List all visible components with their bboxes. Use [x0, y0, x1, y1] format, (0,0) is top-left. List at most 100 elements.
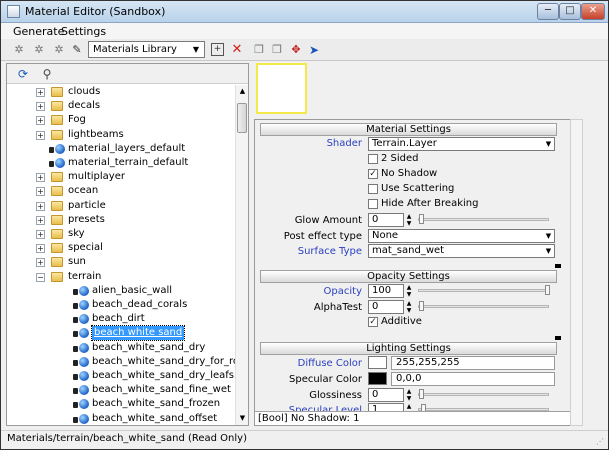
glow-amount-slider-thumb[interactable]: [419, 214, 424, 224]
tree-material[interactable]: beach_white_sand_frozen: [7, 397, 235, 411]
specular-color-swatch[interactable]: [368, 372, 387, 385]
tree-folder[interactable]: + special: [7, 241, 235, 255]
tree-folder[interactable]: + particle: [7, 199, 235, 213]
additive-checkbox[interactable]: ✓: [368, 317, 378, 327]
scroll-thumb[interactable]: [237, 103, 247, 133]
use-scattering-label: Use Scattering: [381, 183, 455, 194]
menu-generate[interactable]: Generate: [13, 25, 64, 38]
lighting-settings-header[interactable]: Lighting Settings: [260, 342, 557, 355]
use-scattering-checkbox[interactable]: [368, 184, 378, 194]
assign-to-object-icon[interactable]: ➤: [306, 42, 322, 58]
alphatest-input[interactable]: 0: [368, 300, 404, 314]
tree-material[interactable]: material_layers_default: [7, 142, 235, 156]
tree-material[interactable]: beach_white_sand_offset: [7, 412, 235, 425]
tree-material[interactable]: beach_dead_corals: [7, 298, 235, 312]
specular-color-value[interactable]: 0,0,0: [391, 372, 555, 386]
tree-material[interactable]: beach_white_sand_dry_leafs: [7, 369, 235, 383]
reload-icon[interactable]: ⟳: [15, 66, 31, 82]
tree-folder[interactable]: + ocean: [7, 184, 235, 198]
tree-folder[interactable]: + presets: [7, 213, 235, 227]
resize-grip-icon[interactable]: ⋰: [596, 437, 606, 447]
tree-folder[interactable]: + multiplayer: [7, 170, 235, 184]
tree-item-label: beach_white_sand_dry: [92, 341, 206, 353]
glow-amount-spinner[interactable]: ▲ ▼: [405, 213, 413, 227]
add-library-icon[interactable]: +: [211, 43, 224, 56]
title-bar[interactable]: Material Editor (Sandbox) ─ □ ✕: [1, 1, 608, 23]
expand-icon[interactable]: +: [36, 258, 45, 268]
surface-type-select[interactable]: mat_sand_wet ▼: [368, 244, 555, 258]
paste-icon[interactable]: ❐: [269, 42, 285, 58]
tree-item-label: clouds: [68, 86, 101, 97]
expand-icon[interactable]: +: [36, 230, 45, 239]
tree-material[interactable]: material_terrain_default: [7, 156, 235, 170]
lock-icon: [73, 303, 78, 309]
collapse-icon[interactable]: −: [36, 272, 45, 282]
tree-material[interactable]: beach_white_sand_dry_for_road_tool: [7, 355, 235, 369]
tree-item-label: material_terrain_default: [68, 157, 189, 168]
shader-select[interactable]: Terrain.Layer ▼: [368, 137, 555, 151]
library-select[interactable]: Materials Library ▼: [88, 41, 205, 58]
tree-folder[interactable]: + decals: [7, 99, 235, 113]
two-sided-checkbox[interactable]: [368, 154, 378, 164]
scroll-up-icon[interactable]: ▲: [236, 85, 249, 98]
tree-folder[interactable]: + lightbeams: [7, 128, 235, 142]
opacity-settings-header[interactable]: Opacity Settings: [260, 270, 557, 283]
glossiness-slider-thumb[interactable]: [419, 389, 424, 399]
opacity-spinner[interactable]: ▲ ▼: [405, 284, 413, 298]
tree-folder[interactable]: + clouds: [7, 85, 235, 99]
no-shadow-checkbox[interactable]: ✓: [368, 169, 378, 179]
copy-icon[interactable]: ❐: [251, 42, 267, 58]
opacity-slider-thumb[interactable]: [545, 285, 550, 295]
scroll-down-icon[interactable]: ▼: [236, 412, 249, 425]
post-effect-select[interactable]: None ▼: [368, 229, 555, 243]
expand-icon[interactable]: +: [36, 130, 45, 140]
menu-settings[interactable]: Settings: [61, 25, 106, 38]
diffuse-color-value[interactable]: 255,255,255: [391, 356, 555, 370]
glow-amount-slider[interactable]: [418, 218, 549, 221]
expand-icon[interactable]: +: [36, 88, 45, 97]
expand-icon[interactable]: +: [36, 173, 45, 183]
expand-icon[interactable]: +: [36, 244, 45, 254]
tree-material[interactable]: beach_white_sand_fine_wet: [7, 383, 235, 397]
folder-icon: [51, 214, 63, 225]
glossiness-spinner[interactable]: ▲ ▼: [405, 388, 413, 402]
tree-material[interactable]: beach_dirt: [7, 312, 235, 326]
hide-after-breaking-checkbox[interactable]: [368, 199, 378, 209]
tree-scrollbar[interactable]: ▲ ▼: [235, 85, 248, 425]
glow-amount-input[interactable]: 0: [368, 213, 404, 227]
delete-icon[interactable]: ✕: [229, 42, 245, 58]
paste-material-icon[interactable]: ✲: [51, 42, 67, 58]
alphatest-spinner[interactable]: ▲ ▼: [405, 300, 413, 314]
tree-material[interactable]: alien_basic_wall: [7, 284, 235, 298]
add-material-icon[interactable]: ✲: [11, 42, 27, 58]
expand-icon[interactable]: +: [36, 102, 45, 112]
opacity-input[interactable]: 100: [368, 284, 404, 298]
tree-material[interactable]: beach_white_sand_dry: [7, 341, 235, 355]
tree-folder[interactable]: + Fog: [7, 113, 235, 127]
alphatest-slider[interactable]: [418, 305, 549, 308]
expand-icon[interactable]: +: [36, 201, 45, 211]
glossiness-input[interactable]: 0: [368, 388, 404, 402]
expand-icon[interactable]: +: [36, 215, 45, 225]
expand-icon[interactable]: +: [36, 116, 45, 126]
maximize-button[interactable]: □: [559, 3, 581, 20]
properties-scrollbar[interactable]: [570, 119, 583, 426]
opacity-slider[interactable]: [418, 289, 549, 292]
copy-material-icon[interactable]: ✲: [31, 42, 47, 58]
material-settings-header[interactable]: Material Settings: [260, 123, 557, 136]
tree-material[interactable]: beach white sand: [7, 325, 235, 342]
pick-material-icon[interactable]: ✎: [69, 42, 85, 58]
glossiness-slider[interactable]: [418, 393, 549, 396]
tree-folder[interactable]: + sky: [7, 227, 235, 241]
diffuse-color-swatch[interactable]: [368, 356, 387, 369]
close-button[interactable]: ✕: [581, 3, 605, 20]
chevron-down-icon: ▼: [545, 140, 552, 148]
glow-amount-label: Glow Amount: [294, 215, 362, 226]
alphatest-slider-thumb[interactable]: [419, 301, 424, 311]
move-icon[interactable]: ✥: [288, 42, 304, 58]
tree-folder[interactable]: − terrain: [7, 270, 235, 284]
minimize-button[interactable]: ─: [537, 3, 559, 20]
expand-icon[interactable]: +: [36, 187, 45, 197]
tree-folder[interactable]: + sun: [7, 255, 235, 269]
find-icon[interactable]: ⚲: [39, 66, 55, 82]
